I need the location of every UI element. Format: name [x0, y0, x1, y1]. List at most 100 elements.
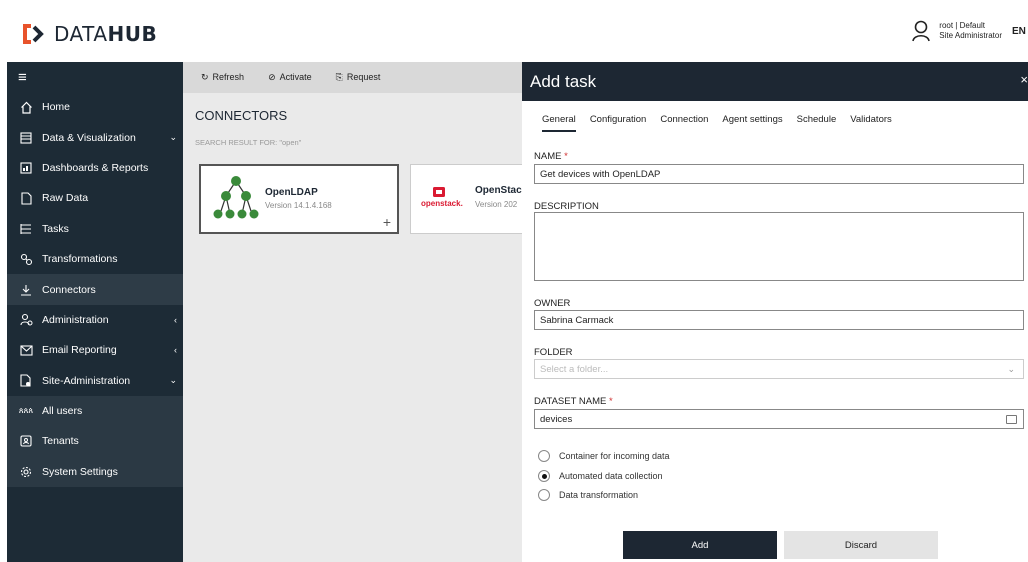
keyboard-icon[interactable] — [1006, 414, 1017, 424]
sidebar-item-data-visualization[interactable]: Data & Visualization ⌄ — [7, 122, 183, 152]
panel-header: Add task × — [522, 62, 1028, 101]
sidebar-item-raw-data[interactable]: Raw Data — [7, 183, 183, 213]
users-icon: ጰጰጰ — [18, 406, 34, 416]
grid-icon — [19, 131, 33, 145]
add-task-panel: Add task × General Configuration Connect… — [522, 62, 1028, 562]
openldap-logo-icon — [213, 176, 259, 219]
datahub-logo[interactable]: DATAHUB — [22, 22, 157, 46]
folder-label: FOLDER — [534, 347, 573, 358]
sidebar-item-label: Tasks — [42, 222, 69, 235]
radio-label: Data transformation — [559, 490, 639, 500]
folder-placeholder: Select a folder... — [540, 363, 609, 375]
file-icon — [19, 191, 33, 205]
refresh-icon: ↻ — [201, 72, 209, 82]
user-menu[interactable]: root | Default Site Administrator EN — [911, 20, 1028, 42]
openstack-logo-text: openstack. — [421, 199, 463, 208]
sidebar-item-connectors[interactable]: Connectors — [7, 274, 183, 305]
openstack-logo-icon — [433, 187, 445, 197]
radio-icon — [538, 489, 550, 501]
sidebar-item-administration[interactable]: Administration ‹ — [7, 305, 183, 335]
sidebar-item-label: Administration — [42, 313, 109, 326]
description-field[interactable] — [534, 212, 1024, 281]
sidebar: ≡ Home Data & Visualization ⌄ Dashboards… — [7, 62, 183, 562]
radio-label: Automated data collection — [559, 471, 663, 481]
sidebar-item-email-reporting[interactable]: Email Reporting ‹ — [7, 335, 183, 365]
sidebar-item-site-administration[interactable]: Site-Administration ⌄ — [7, 366, 183, 396]
request-button[interactable]: ⎘ Request — [336, 72, 381, 83]
radio-label: Container for incoming data — [559, 451, 670, 461]
add-connector-icon[interactable]: + — [383, 214, 391, 230]
dataset-name-label: DATASET NAME * — [534, 396, 613, 407]
logo-text: DATAHUB — [54, 22, 158, 46]
dataset-name-field[interactable]: devices — [534, 409, 1024, 429]
sidebar-item-home[interactable]: Home — [7, 92, 183, 122]
close-icon[interactable]: × — [1020, 72, 1028, 87]
radio-automated-collection[interactable]: Automated data collection — [538, 470, 663, 482]
connector-name: OpenStack — [475, 185, 528, 196]
activate-button[interactable]: ⊘ Activate — [268, 72, 312, 83]
sidebar-item-label: Email Reporting — [42, 344, 117, 357]
main-content: ↻ Refresh ⊘ Activate ⎘ Request CONNECTORS S… — [183, 62, 550, 562]
sidebar-item-label: Dashboards & Reports — [42, 161, 149, 174]
tab-connection[interactable]: Connection — [660, 114, 708, 132]
add-button[interactable]: Add — [623, 531, 777, 559]
admin-icon — [19, 313, 33, 327]
refresh-label: Refresh — [212, 72, 245, 82]
sidebar-item-label: Home — [42, 101, 71, 114]
top-header: DATAHUB root | Default Site Administrato… — [0, 0, 1028, 62]
chevron-down-icon: ⌄ — [169, 132, 177, 143]
user-icon — [912, 20, 931, 42]
refresh-button[interactable]: ↻ Refresh — [201, 72, 244, 83]
activate-label: Activate — [279, 72, 312, 82]
logo-mark-icon — [23, 24, 44, 44]
toolbar: ↻ Refresh ⊘ Activate ⎘ Request — [183, 62, 528, 93]
tab-agent-settings[interactable]: Agent settings — [722, 114, 782, 132]
dataset-value: devices — [540, 413, 573, 425]
chevron-left-icon: ‹ — [174, 314, 177, 325]
sidebar-item-label: System Settings — [42, 465, 118, 478]
sidebar-item-label: All users — [42, 405, 83, 418]
sidebar-item-tenants[interactable]: Tenants — [7, 426, 183, 456]
owner-field[interactable]: Sabrina Carmack — [534, 310, 1024, 330]
hamburger-icon[interactable]: ≡ — [7, 62, 183, 92]
tab-general[interactable]: General — [542, 114, 576, 132]
list-icon — [19, 222, 33, 236]
radio-data-transformation[interactable]: Data transformation — [538, 489, 638, 501]
panel-tabs: General Configuration Connection Agent s… — [542, 114, 892, 132]
owner-value: Sabrina Carmack — [540, 314, 614, 326]
tab-schedule[interactable]: Schedule — [797, 114, 837, 132]
name-value: Get devices with OpenLDAP — [540, 168, 661, 180]
name-label: NAME * — [534, 151, 568, 162]
radio-icon — [538, 450, 550, 462]
sidebar-item-transformations[interactable]: Transformations — [7, 244, 183, 274]
request-icon: ⎘ — [335, 72, 343, 82]
page-title: CONNECTORS — [195, 108, 288, 123]
tab-configuration[interactable]: Configuration — [590, 114, 647, 132]
tab-validators[interactable]: Validators — [850, 114, 892, 132]
discard-button[interactable]: Discard — [784, 531, 938, 559]
sidebar-item-dashboards[interactable]: Dashboards & Reports — [7, 153, 183, 183]
sidebar-item-label: Data & Visualization — [42, 131, 136, 144]
sidebar-item-system-settings[interactable]: System Settings — [7, 457, 183, 487]
chevron-left-icon: ‹ — [174, 345, 177, 356]
dashboard-icon — [19, 161, 33, 175]
site-admin-icon — [19, 374, 33, 388]
name-field[interactable]: Get devices with OpenLDAP — [534, 164, 1024, 184]
chevron-down-icon: ⌄ — [1007, 363, 1015, 374]
sidebar-item-all-users[interactable]: ጰጰጰ All users — [7, 396, 183, 426]
connector-version: Version 14.1.4.168 — [265, 201, 332, 210]
sidebar-item-label: Tenants — [42, 435, 79, 448]
sidebar-item-label: Connectors — [42, 283, 96, 296]
user-role: Site Administrator — [939, 31, 1002, 40]
language-switch[interactable]: EN — [1012, 26, 1028, 37]
transform-icon — [19, 252, 33, 266]
user-info: root | Default Site Administrator — [939, 21, 1002, 41]
sidebar-item-tasks[interactable]: Tasks — [7, 214, 183, 244]
radio-container-incoming[interactable]: Container for incoming data — [538, 450, 670, 462]
owner-label: OWNER — [534, 298, 571, 309]
connector-card-openldap[interactable]: OpenLDAP Version 14.1.4.168 + — [199, 164, 399, 234]
check-circle-icon: ⊘ — [268, 72, 276, 82]
home-icon — [19, 100, 33, 114]
folder-select[interactable]: Select a folder... ⌄ — [534, 359, 1024, 379]
gear-icon — [19, 465, 33, 479]
